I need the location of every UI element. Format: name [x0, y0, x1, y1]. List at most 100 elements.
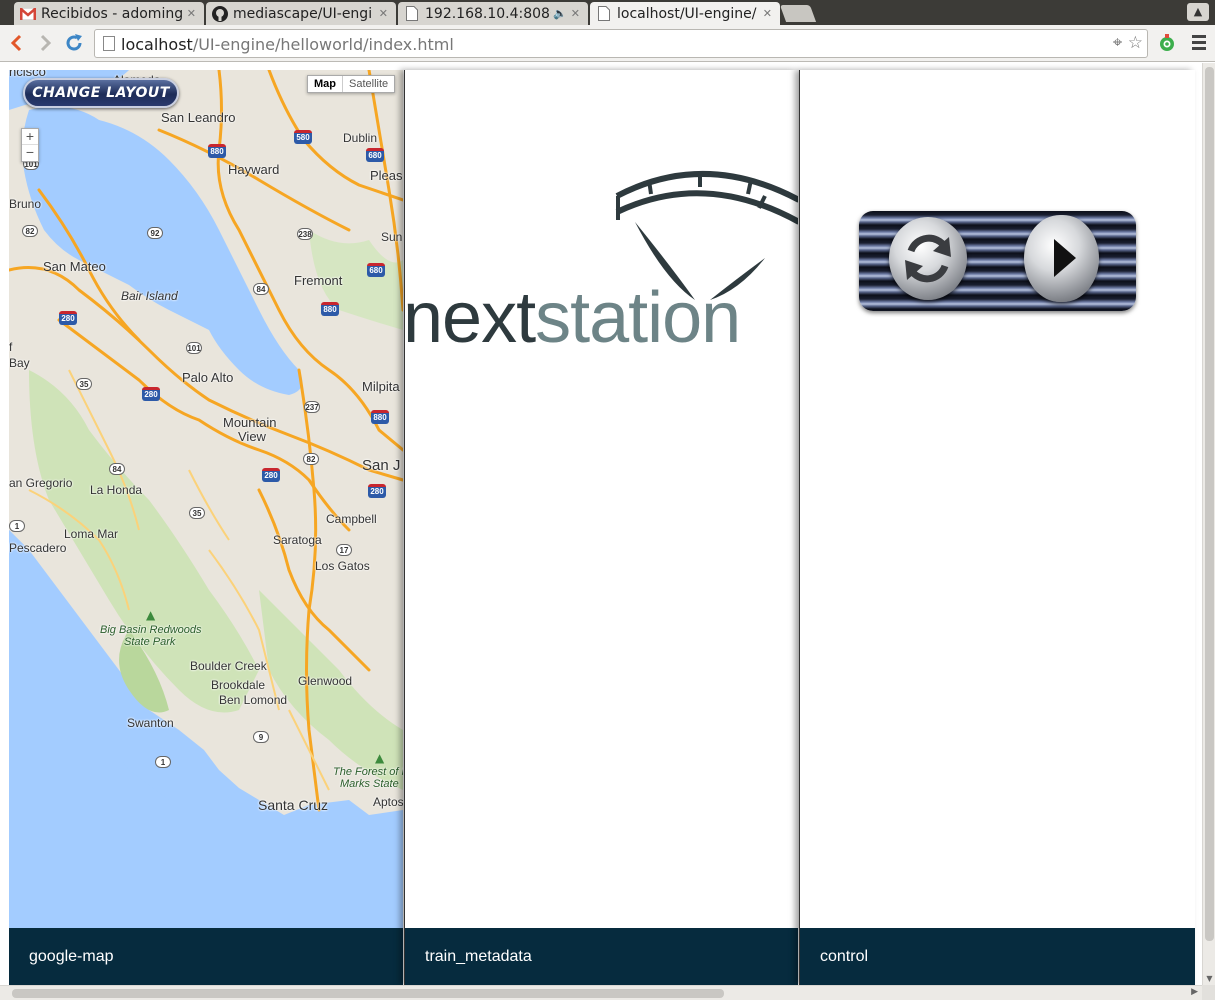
tab-gmail[interactable]: Recibidos - adoming ✕: [14, 2, 204, 25]
park-icon: ▲: [146, 608, 156, 622]
new-tab-button[interactable]: [779, 5, 817, 22]
map-place-label: Pescadero: [9, 541, 67, 555]
tab-title: Recibidos - adoming: [41, 5, 183, 22]
logo-wordmark: nextstation: [405, 282, 741, 354]
page-viewport: ncisco Alameda San Leandro Dublin Haywar…: [0, 63, 1215, 1000]
route-shield: 101: [186, 342, 202, 354]
close-icon[interactable]: ✕: [763, 7, 772, 20]
map-type-satellite[interactable]: Satellite: [343, 76, 394, 92]
reload-button[interactable]: [63, 32, 85, 54]
user-menu-icon[interactable]: ▲: [1187, 3, 1209, 21]
route-shield: 82: [22, 225, 38, 237]
map-place-label: Bruno: [9, 197, 42, 211]
close-icon[interactable]: ✕: [379, 7, 388, 20]
panel-title: google-map: [29, 948, 114, 965]
scroll-down-icon[interactable]: ▼: [1205, 974, 1214, 983]
tab-title: localhost/UI-engine/: [617, 5, 757, 22]
route-shield: 35: [189, 507, 205, 519]
route-shield: 82: [303, 453, 319, 465]
route-shield: 237: [304, 401, 320, 413]
page-icon: [404, 6, 420, 22]
zoom-in-button[interactable]: +: [22, 129, 38, 145]
change-layout-button[interactable]: CHANGE LAYOUT: [23, 78, 179, 108]
scroll-right-icon[interactable]: ▶: [1191, 987, 1198, 997]
extension-icon[interactable]: [1158, 33, 1176, 53]
back-button[interactable]: [6, 32, 28, 54]
zoom-out-button[interactable]: −: [22, 145, 38, 161]
park-icon: ▲: [375, 751, 385, 765]
google-map-panel: ncisco Alameda San Leandro Dublin Haywar…: [9, 70, 403, 985]
horizontal-scrollbar[interactable]: ▶: [0, 985, 1202, 1000]
scrollbar-thumb[interactable]: [12, 989, 724, 998]
map-place-label: Hayward: [228, 162, 280, 177]
route-shield: 84: [253, 283, 269, 295]
map-place-label: San J: [362, 457, 401, 474]
interstate-shield: 280: [262, 468, 280, 482]
menu-icon[interactable]: [1192, 35, 1206, 53]
map-place-label: Loma Mar: [64, 527, 119, 541]
panel-footer: google-map: [9, 928, 403, 985]
logo-text-next: next: [405, 278, 536, 358]
page-icon: [103, 36, 115, 51]
map-place-label: Santa Cruz: [258, 797, 329, 813]
map-place-label: La Honda: [90, 483, 143, 497]
map-place-label: Sun: [381, 230, 403, 244]
route-shield: 1: [9, 520, 25, 532]
page-icon: [596, 6, 612, 22]
panel-title: control: [820, 948, 869, 965]
address-bar[interactable]: localhost/UI-engine/helloworld/index.htm…: [94, 29, 1148, 58]
map-place-label: Palo Alto: [182, 370, 234, 385]
interstate-shield: 680: [367, 263, 385, 277]
map-canvas[interactable]: ncisco Alameda San Leandro Dublin Haywar…: [9, 70, 403, 928]
map-place-label: Los Gatos: [315, 559, 370, 573]
map-type-map[interactable]: Map: [308, 76, 343, 92]
play-icon: [1054, 239, 1076, 277]
github-icon: [212, 5, 228, 22]
map-place-label: Swanton: [127, 716, 174, 730]
panel-title: train_metadata: [425, 948, 532, 965]
route-shield: 9: [253, 731, 269, 743]
interstate-shield: 880: [371, 410, 389, 424]
speaker-icon: 🔈: [553, 7, 567, 20]
tab-github[interactable]: mediascape/UI-engi ✕: [206, 2, 396, 25]
route-shield: 1: [155, 756, 171, 768]
interstate-shield: 280: [142, 387, 160, 401]
star-icon[interactable]: ☆: [1128, 33, 1143, 53]
interstate-shield: 680: [366, 148, 384, 162]
map-place-label: The Forest of N: [333, 766, 403, 778]
play-button[interactable]: [1024, 215, 1099, 302]
map-place-label: Big Basin Redwoods: [100, 624, 202, 636]
interstate-shield: 880: [321, 302, 339, 316]
refresh-button[interactable]: [889, 217, 967, 300]
tab-title: mediascape/UI-engi: [233, 5, 373, 22]
map-place-label: Dublin: [343, 131, 378, 145]
map-place-label: Campbell: [326, 512, 377, 526]
close-icon[interactable]: ✕: [187, 7, 196, 20]
interstate-shield: 280: [59, 311, 77, 325]
map-place-label: Bair Island: [121, 289, 178, 303]
tab-strip: Recibidos - adoming ✕ mediascape/UI-engi…: [0, 0, 1215, 25]
close-icon[interactable]: ✕: [571, 7, 580, 20]
interstate-shield: 580: [294, 130, 312, 144]
tab-local-server[interactable]: 192.168.10.4:8080 🔈 ✕: [398, 2, 588, 25]
forward-button[interactable]: [34, 32, 56, 54]
scrollbar-thumb[interactable]: [1205, 67, 1214, 941]
url-host: localhost: [121, 35, 193, 54]
map-place-label: Milpita: [362, 379, 400, 394]
map-place-label: Marks State: [340, 778, 399, 790]
refresh-icon: [905, 234, 951, 283]
map-place-label: an Gregorio: [9, 476, 73, 490]
map-place-label: San Mateo: [43, 259, 106, 274]
route-shield: 35: [76, 378, 92, 390]
route-shield: 238: [297, 228, 313, 240]
gmail-icon: [20, 6, 36, 22]
tab-localhost[interactable]: localhost/UI-engine/ ✕: [590, 2, 780, 25]
route-shield: 84: [109, 463, 125, 475]
location-icon[interactable]: ⌖: [1113, 33, 1123, 53]
map-place-label: Fremont: [294, 273, 343, 288]
map-place-label: State Park: [124, 636, 176, 648]
vertical-scrollbar[interactable]: ▼: [1202, 63, 1215, 985]
map-place-label: Mountain: [223, 415, 277, 430]
route-shield: 92: [147, 227, 163, 239]
train-metadata-panel: nextstation train_metadata: [404, 70, 798, 985]
